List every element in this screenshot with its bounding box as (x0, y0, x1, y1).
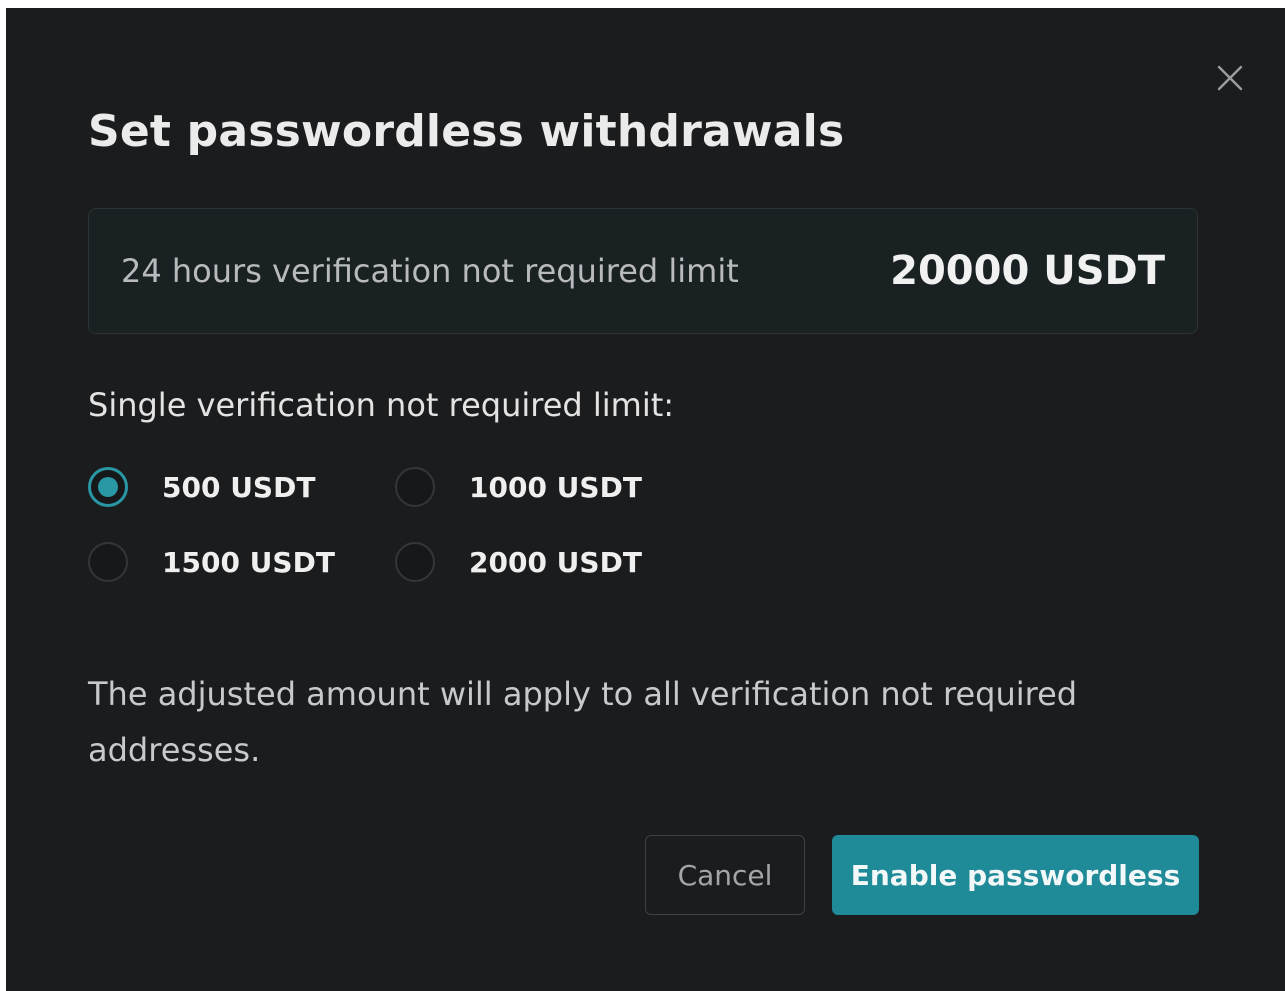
radio-label-1000: 1000 USDT (469, 470, 642, 504)
daily-limit-panel: 24 hours verification not required limit… (88, 208, 1198, 334)
radio-label-500: 500 USDT (162, 470, 316, 504)
radio-button[interactable] (395, 467, 435, 507)
radio-option-500[interactable]: 500 USDT (88, 467, 315, 507)
radio-button-checked[interactable] (88, 467, 128, 507)
daily-limit-label: 24 hours verification not required limit (121, 252, 739, 290)
enable-passwordless-button[interactable]: Enable passwordless (832, 835, 1199, 915)
radio-label-1500: 1500 USDT (162, 545, 335, 579)
close-icon (1217, 65, 1243, 91)
daily-limit-value: 20000 USDT (890, 248, 1165, 294)
single-limit-label: Single verification not required limit: (88, 386, 675, 424)
radio-option-1000[interactable]: 1000 USDT (395, 467, 642, 507)
close-button[interactable] (1212, 60, 1248, 96)
radio-label-2000: 2000 USDT (469, 545, 642, 579)
radio-option-2000[interactable]: 2000 USDT (395, 542, 642, 582)
radio-button[interactable] (88, 542, 128, 582)
cancel-button[interactable]: Cancel (645, 835, 805, 915)
radio-option-1500[interactable]: 1500 USDT (88, 542, 335, 582)
adjustment-note: The adjusted amount will apply to all ve… (88, 675, 1078, 769)
radio-dot (98, 477, 118, 497)
passwordless-dialog: Set passwordless withdrawals 24 hours ve… (6, 8, 1285, 991)
radio-button[interactable] (395, 542, 435, 582)
dialog-title: Set passwordless withdrawals (88, 106, 845, 157)
